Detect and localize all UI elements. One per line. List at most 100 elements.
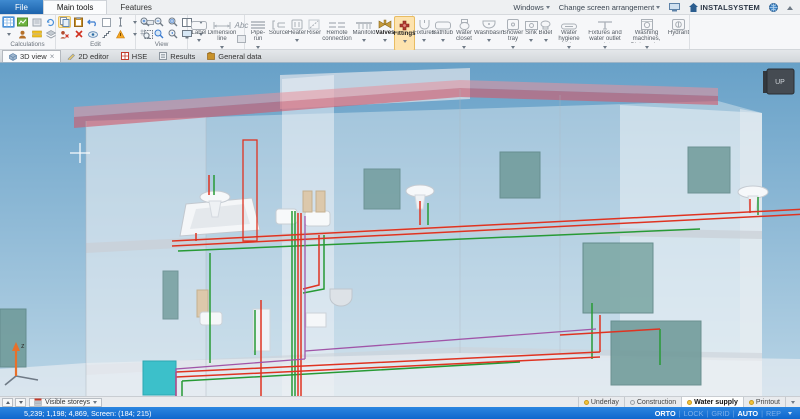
ribbon-group-labels-graphics: Label Dimension line Abc Labels and grap… [188,15,245,49]
visibility-icon[interactable] [86,28,99,40]
options-caret-icon[interactable] [2,28,15,40]
general-data-icon [207,52,215,60]
user-profile-icon[interactable] [16,28,29,40]
cistern [306,313,326,327]
tab-features[interactable]: Features [107,0,165,14]
calculation-table-icon[interactable] [2,16,15,28]
fittings-button[interactable]: Fittings [394,16,415,51]
doc-tab-2d-editor[interactable]: 2D editor [61,50,114,62]
caret-down-icon[interactable] [788,412,792,417]
pipe-run-button[interactable]: Pipe-run [247,16,269,51]
dimension-line-button[interactable]: Dimension line [208,16,236,51]
caret-down-icon [295,39,299,44]
axis-z-label: z [21,343,25,350]
3d-scene[interactable]: z UP [0,63,800,396]
zoom-out-icon[interactable] [152,16,165,28]
shower-tray-button[interactable]: Shower tray [502,16,524,51]
layer-tabs-overflow[interactable] [785,397,800,407]
caret-down-icon [529,39,533,44]
riser-button[interactable]: Riser [306,16,322,51]
ribbon-group-calculations: Calculations [0,15,56,49]
copy-icon[interactable] [58,16,71,28]
zoom-in-icon[interactable] [138,16,151,28]
group-label: Edit [56,40,135,49]
tab-main-tools[interactable]: Main tools [43,0,107,14]
layer-tab-printout[interactable]: Printout [743,397,785,407]
storey-down-button[interactable] [15,398,26,407]
caret-down-icon [656,6,660,11]
remove-user-icon[interactable] [58,28,71,40]
toggle-grid[interactable]: GRID [708,409,732,418]
cursor-coordinates: 5,239; 1,198; 4,869, Screen: (184; 215) [0,409,151,418]
manifold-button[interactable]: Manifold [352,16,376,51]
materials-list-icon[interactable] [30,28,43,40]
bathtub-button[interactable]: Bathtub [433,16,452,51]
group-label: Calculations [0,40,55,49]
text-cursor-icon[interactable] [114,16,127,28]
change-screen-arrangement-menu[interactable]: Change screen arrangement [559,3,660,12]
visibility-bulb-icon[interactable] [584,400,589,405]
frame-icon[interactable] [100,16,113,28]
heater-button[interactable]: Heater [288,16,306,51]
doc-tab-3d-view[interactable]: 3D view × [2,50,61,62]
file-menu-button[interactable]: File [0,0,43,14]
bidet-button[interactable]: Bidet [538,16,553,51]
ribbon-group-edit: Edit [56,15,136,49]
caret-down-icon [362,39,366,44]
water-closet-icon [459,17,470,30]
diagnostics-icon[interactable] [16,16,29,28]
washing-machines-button[interactable]: Washing machines, Dishwasher [625,16,668,51]
doc-tab-general-data[interactable]: General data [201,50,267,62]
undo-icon[interactable] [86,16,99,28]
monitor-icon[interactable] [669,3,680,12]
zoom-selection-icon[interactable] [152,28,165,40]
valves-button[interactable]: Valves [376,16,394,51]
hydrant-button[interactable]: Hydrant [668,16,689,51]
doc-tab-results[interactable]: Results [153,50,201,62]
water-closet-button[interactable]: Water closet [452,16,476,51]
view-up-button[interactable]: UP [763,69,794,94]
arrow-down-icon [19,401,23,406]
label-button[interactable]: Label [190,16,208,51]
3d-viewport[interactable]: z UP [0,63,800,396]
shower-tray-icon [507,17,519,30]
fixtures-button[interactable]: Fixtures [415,16,433,51]
toggle-auto[interactable]: AUTO [735,409,762,418]
visibility-bulb-icon[interactable] [630,400,635,405]
visibility-bulb-icon[interactable] [687,400,692,405]
storey-up-button[interactable] [2,398,13,407]
outlet-points-icon [596,17,614,30]
globe-icon[interactable] [769,3,778,12]
zoom-previous-icon[interactable] [166,28,179,40]
urinal [330,289,352,306]
collapse-ribbon-icon[interactable] [787,3,793,10]
zoom-extents-icon[interactable] [166,16,179,28]
layer-tab-water-supply[interactable]: Water supply [681,397,743,407]
layer-tab-construction[interactable]: Construction [624,397,681,407]
3d-view-icon [9,53,17,61]
ribbon-group-distribution: Pipe-run Source Heater Riser Remote conn… [245,15,413,49]
doc-tab-hse[interactable]: HSE [115,50,153,62]
washbasin-button[interactable]: Washbasin [476,16,502,51]
warning-flag-icon[interactable] [114,28,127,40]
remote-connection-button[interactable]: Remote connection [322,16,352,51]
source-button[interactable]: Source [269,16,288,51]
building-data-icon[interactable] [30,16,43,28]
toggle-lock[interactable]: LOCK [681,409,707,418]
layer-tab-underlay[interactable]: Underlay [578,397,624,407]
stairs-icon[interactable] [100,28,113,40]
paste-icon[interactable] [72,16,85,28]
water-hygiene-station-button[interactable]: Water hygiene station [553,16,585,51]
visible-storeys-dropdown[interactable]: Visible storeys [29,398,102,407]
toggle-rep[interactable]: REP [763,409,784,418]
sink-button[interactable]: Sink [524,16,538,51]
bidet-icon [540,17,551,30]
visibility-bulb-icon[interactable] [749,400,754,405]
windows-menu[interactable]: Windows [513,3,549,12]
toggle-orto[interactable]: ORTO [652,409,679,418]
ribbon-group-view: View [136,15,188,49]
zoom-grid-icon[interactable] [138,28,151,40]
close-icon[interactable]: × [50,53,55,61]
delete-icon[interactable] [72,28,85,40]
fixtures-outlet-points-button[interactable]: Fixtures and water outlet points [585,16,625,51]
